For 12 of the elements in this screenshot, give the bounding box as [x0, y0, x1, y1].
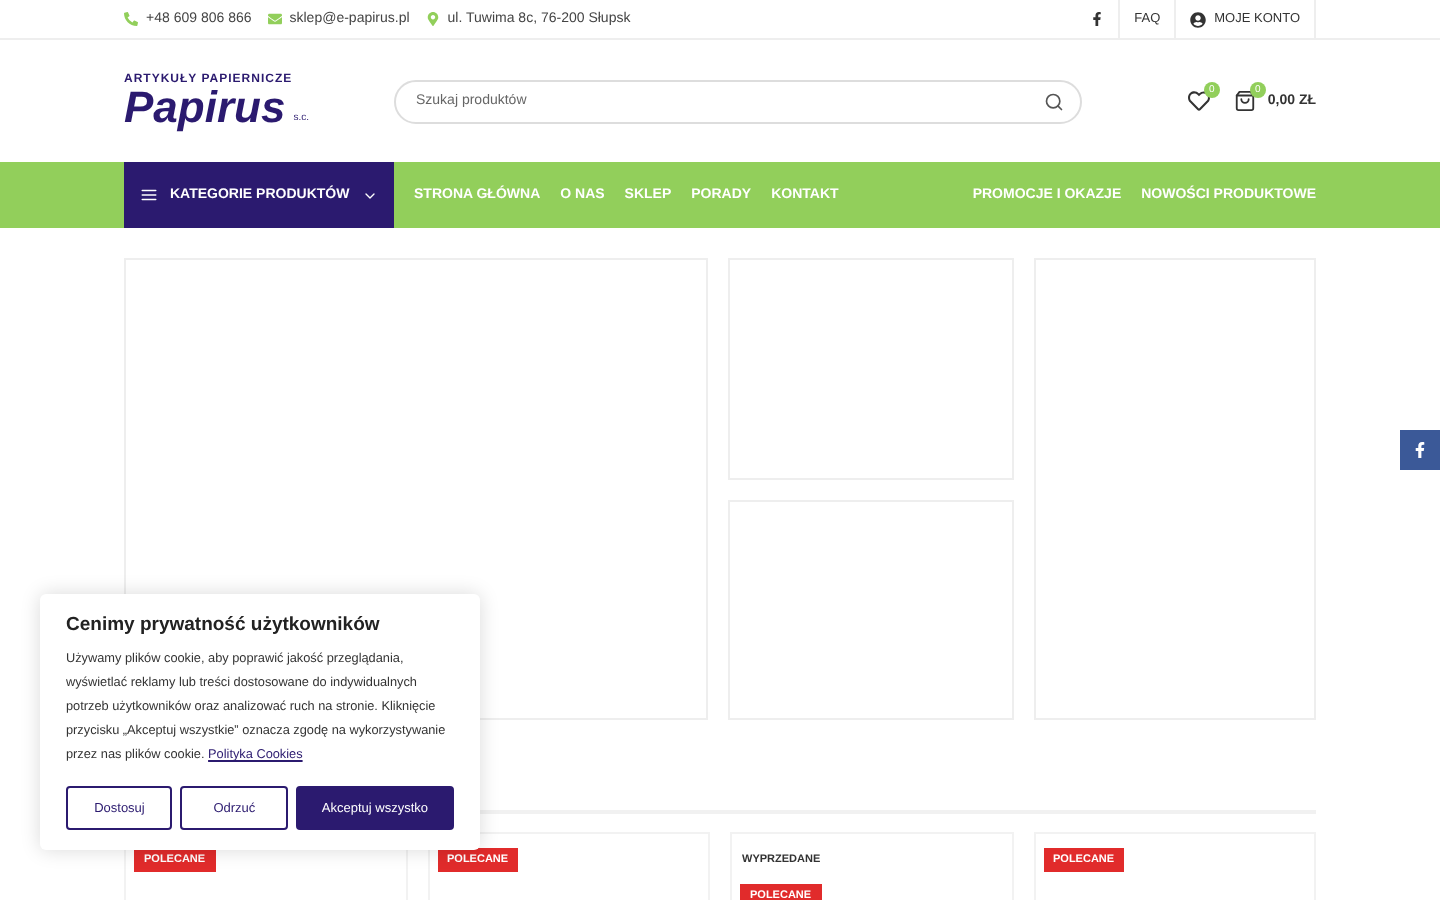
- shopping-bag-icon[interactable]: [1233, 90, 1256, 112]
- facebook-icon[interactable]: [1090, 12, 1105, 26]
- popup-title: Cenimy prywatność użytkowników: [66, 614, 382, 636]
- user-icon: [1190, 11, 1207, 27]
- facebook-icon: [1412, 442, 1428, 458]
- map-pin-icon: [425, 12, 440, 26]
- menu-icon: [140, 186, 158, 204]
- facebook-share-button[interactable]: [1400, 430, 1440, 470]
- phone-icon: [124, 12, 138, 26]
- logo-name: Papirus: [124, 85, 286, 129]
- search-icon[interactable]: [1044, 91, 1064, 111]
- mail-icon: [267, 12, 282, 26]
